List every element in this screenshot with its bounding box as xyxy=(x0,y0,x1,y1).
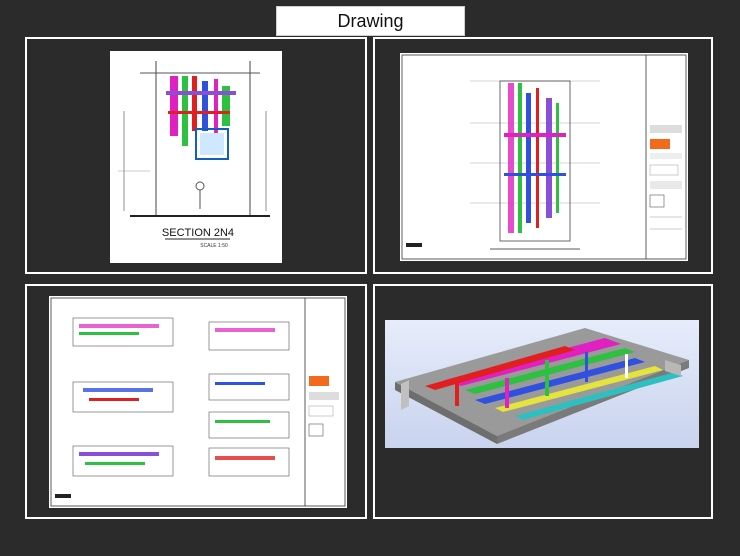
drawing-panel-plan[interactable] xyxy=(373,37,713,274)
sections-drawing xyxy=(50,297,346,507)
drawing-sheet xyxy=(400,53,688,261)
section-drawing: SECTION 2N4 SCALE 1:50 xyxy=(110,51,282,263)
drawing-panel-sections[interactable] xyxy=(25,284,367,519)
plan-drawing xyxy=(401,54,687,260)
drawing-sheet xyxy=(49,296,347,508)
section-caption: SECTION 2N4 xyxy=(162,227,234,239)
model-3d-render xyxy=(385,320,699,448)
drawing-panel-section[interactable]: SECTION 2N4 SCALE 1:50 xyxy=(25,37,367,274)
section-scale: SCALE 1:50 xyxy=(200,243,228,249)
drawing-panel-3d-model[interactable] xyxy=(373,284,713,519)
drawing-sheet: SECTION 2N4 SCALE 1:50 xyxy=(110,51,282,263)
page-title: Drawing xyxy=(276,6,465,36)
model-render xyxy=(385,320,699,448)
